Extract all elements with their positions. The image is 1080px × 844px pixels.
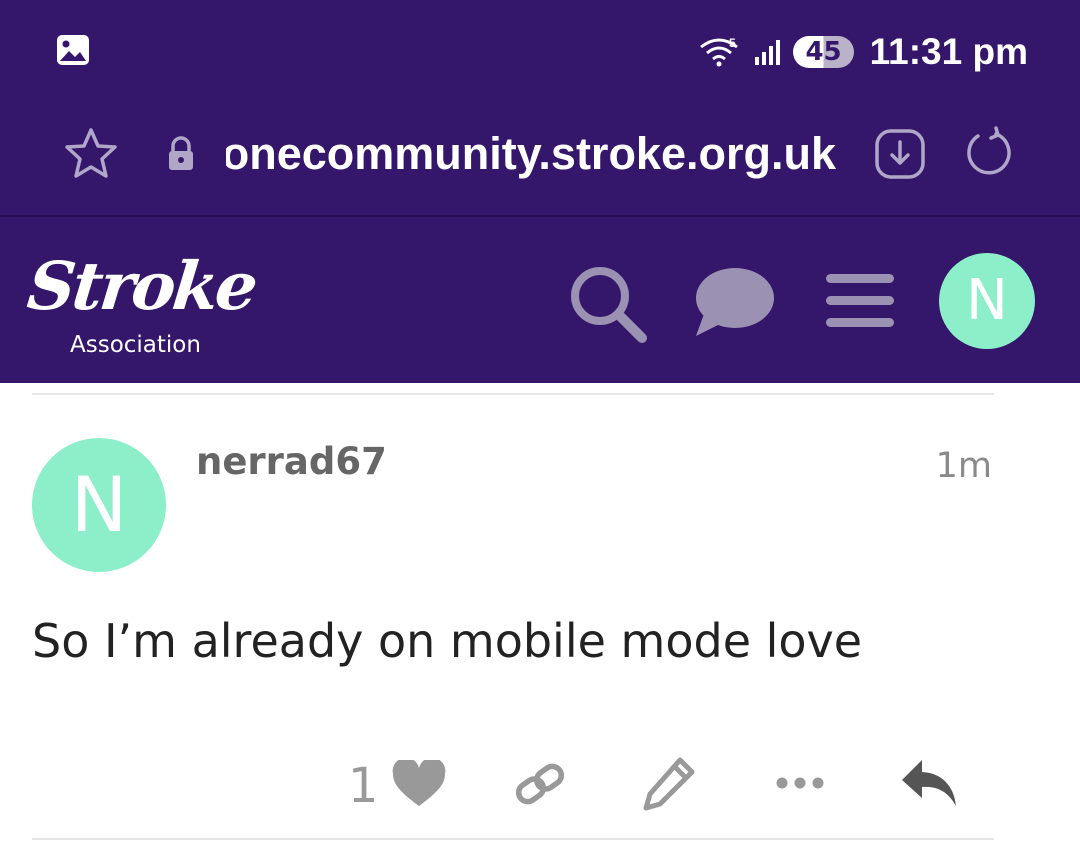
post-divider-top [32, 393, 994, 395]
post-divider-bottom [32, 838, 994, 840]
reload-icon[interactable] [962, 126, 1016, 180]
download-icon[interactable] [874, 128, 926, 180]
more-icon[interactable] [772, 770, 828, 796]
logo-subtitle: Association [70, 332, 201, 358]
logo-word: Stroke [23, 247, 259, 325]
url-text[interactable]: onecommunity.stroke.org.uk [226, 124, 836, 184]
chat-icon[interactable] [692, 264, 776, 340]
svg-text:5: 5 [729, 36, 736, 50]
top-bar: 5 45 11:31 pm onecommunity.stroke.org.uk [0, 0, 1080, 383]
pencil-icon[interactable] [640, 756, 698, 812]
browser-url-bar: onecommunity.stroke.org.uk [0, 110, 1080, 200]
user-avatar[interactable]: N [939, 253, 1035, 349]
menu-icon[interactable] [824, 270, 896, 332]
star-icon[interactable] [62, 126, 120, 182]
status-time: 11:31 pm [869, 31, 1028, 72]
post-time[interactable]: 1m [936, 446, 992, 486]
battery-indicator: 45 [793, 36, 854, 68]
like-count[interactable]: 1 [348, 756, 379, 816]
stroke-association-logo[interactable]: Stroke Association [24, 247, 268, 360]
post-username[interactable]: nerrad67 [196, 440, 387, 483]
status-indicators: 5 45 11:31 pm [699, 24, 1028, 80]
browser-divider [0, 215, 1080, 217]
reply-icon[interactable] [900, 758, 958, 808]
post-author-avatar[interactable]: N [32, 438, 166, 572]
post-body: So I’m already on mobile mode love [32, 614, 863, 668]
link-icon[interactable] [512, 760, 568, 808]
heart-icon[interactable] [392, 757, 446, 808]
wifi-icon: 5 [700, 36, 739, 67]
search-icon[interactable] [566, 262, 650, 346]
lock-icon[interactable] [166, 136, 196, 172]
signal-icon [755, 40, 781, 65]
gallery-icon [56, 34, 90, 66]
